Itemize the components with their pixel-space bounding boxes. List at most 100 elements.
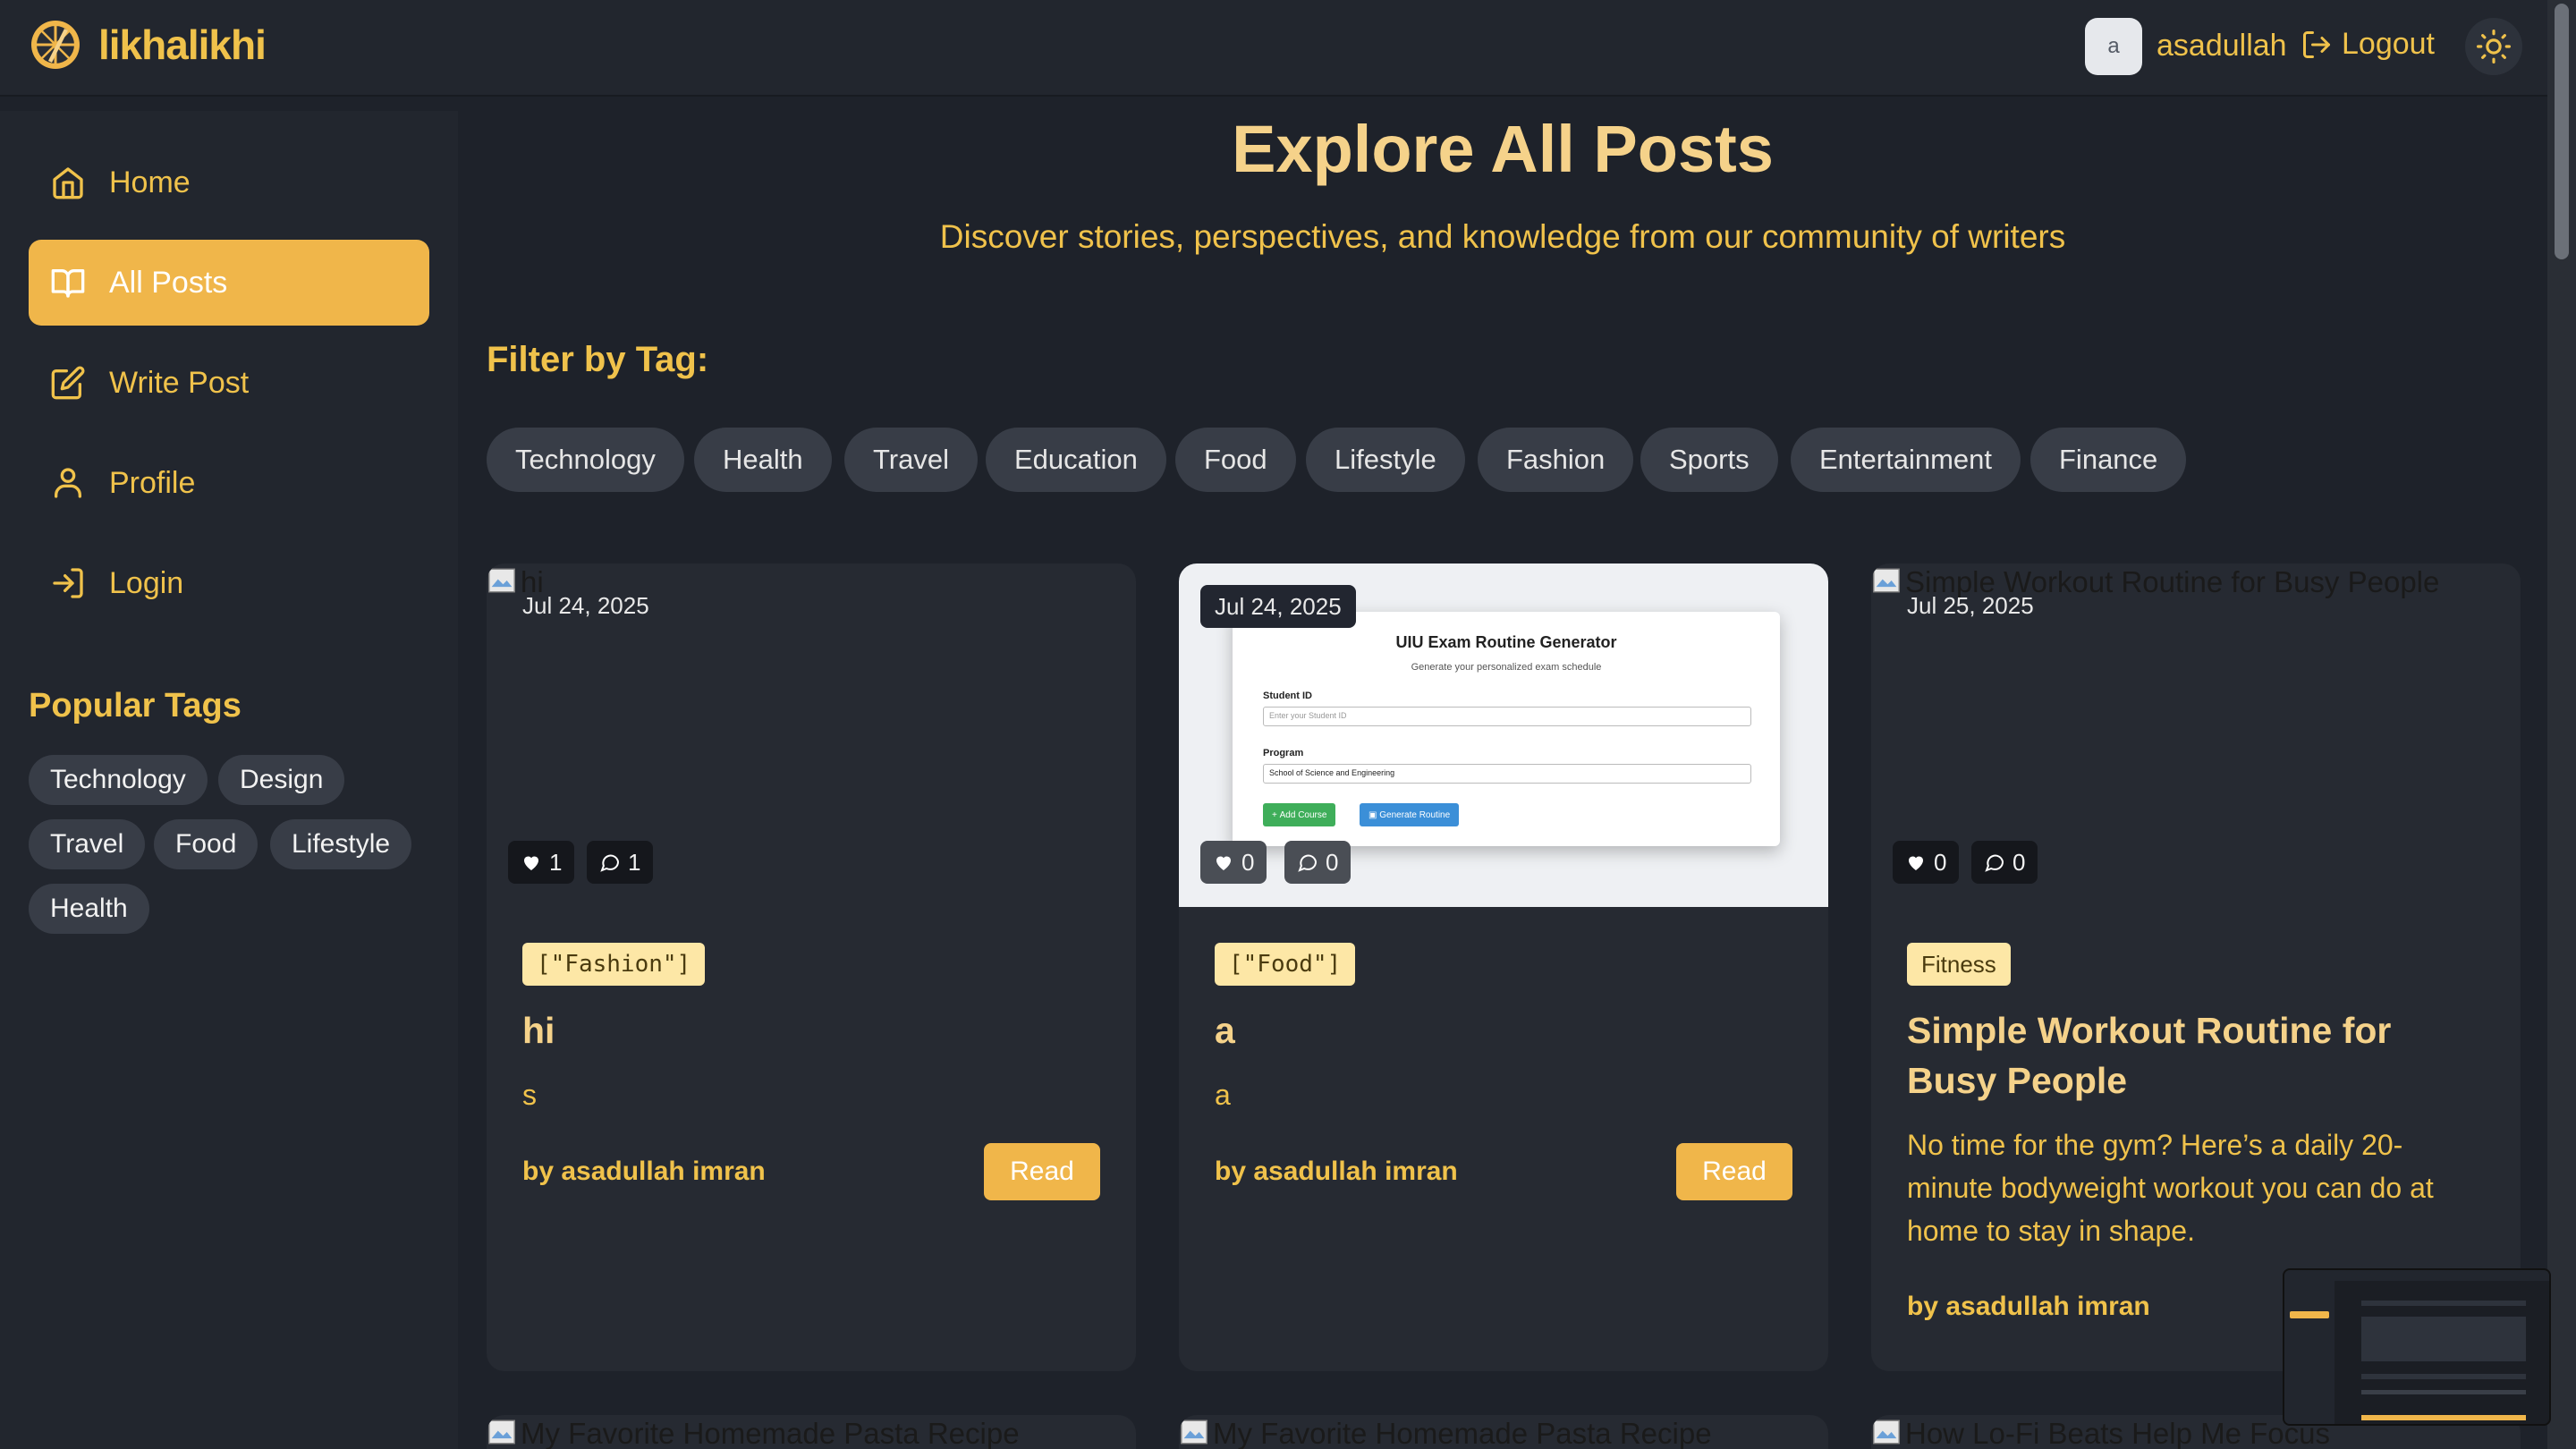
post-tag[interactable]: ["Fashion"]	[522, 943, 706, 986]
logo-icon	[31, 21, 80, 69]
post-card[interactable]: My Favorite Homemade Pasta Recipe	[1179, 1415, 1828, 1449]
post-card[interactable]: hi Jul 24, 2025 1 1 ["Fashion"] hi s by …	[487, 564, 1136, 1371]
popular-tag[interactable]: Lifestyle	[270, 819, 412, 869]
broken-image-icon	[1873, 1419, 1900, 1445]
filter-tag-sports[interactable]: Sports	[1640, 428, 1778, 492]
popular-tag[interactable]: Food	[154, 819, 258, 869]
screenshot-heading: UIU Exam Routine Generator	[1395, 633, 1617, 651]
post-image: UIU Exam Routine Generator Generate your…	[1179, 564, 1828, 907]
logout-label: Logout	[2342, 27, 2435, 61]
post-title[interactable]: a	[1215, 1005, 1796, 1055]
thumbnail-field	[2361, 1301, 2526, 1306]
broken-image-icon	[1181, 1419, 1208, 1445]
image-alt-text: My Favorite Homemade Pasta Recipe	[521, 1417, 1020, 1449]
thumbnail-sidebar	[2284, 1281, 2334, 1424]
scrollbar-thumb[interactable]	[2555, 4, 2569, 259]
post-card[interactable]: Simple Workout Routine for Busy People J…	[1871, 564, 2521, 1371]
book-icon	[51, 269, 85, 298]
screenshot-generate-label: Generate Routine	[1379, 809, 1451, 820]
popular-tag[interactable]: Design	[218, 755, 345, 805]
popular-tag[interactable]: Travel	[29, 819, 146, 869]
brand-name: likhalikhi	[98, 21, 267, 68]
broken-image-icon	[1873, 568, 1900, 593]
read-button[interactable]: Read	[1676, 1143, 1792, 1200]
likes-count[interactable]: 0	[1200, 841, 1267, 884]
filter-tag-entertainment[interactable]: Entertainment	[1791, 428, 2021, 492]
sidebar-item-login[interactable]: Login	[29, 540, 429, 626]
sidebar-item-label: Login	[109, 565, 184, 600]
heart-icon	[1216, 856, 1231, 870]
avatar[interactable]: a	[2085, 18, 2142, 75]
screenshot-thumbnail[interactable]	[2283, 1268, 2551, 1426]
post-tag[interactable]: Fitness	[1907, 943, 2011, 986]
filter-tag-education[interactable]: Education	[986, 428, 1166, 492]
filter-tag-lifestyle[interactable]: Lifestyle	[1306, 428, 1465, 492]
sidebar-item-label: All Posts	[109, 265, 228, 300]
filter-tag-food[interactable]: Food	[1175, 428, 1296, 492]
page-scrollbar[interactable]	[2547, 0, 2576, 1449]
sidebar-item-all-posts[interactable]: All Posts	[29, 240, 429, 326]
top-navbar: likhalikhi a asadullah Logout	[0, 0, 2547, 97]
comment-icon	[1298, 854, 1318, 872]
thumbnail-tags	[2361, 1390, 2526, 1394]
read-button[interactable]: Read	[984, 1143, 1100, 1200]
post-tag[interactable]: ["Food"]	[1215, 943, 1356, 986]
screenshot-panel: UIU Exam Routine Generator Generate your…	[1233, 612, 1780, 846]
post-title[interactable]: Simple Workout Routine for Busy People	[1907, 1005, 2488, 1106]
sidebar-item-label: Home	[109, 165, 191, 199]
screenshot-label: Student ID	[1263, 691, 1312, 701]
page-title: Explore All Posts	[1232, 112, 1774, 186]
sidebar-item-label: Profile	[109, 465, 196, 500]
thumbnail-submit	[2361, 1415, 2526, 1420]
comments-value: 0	[2012, 848, 2026, 876]
image-alt-text: My Favorite Homemade Pasta Recipe	[1213, 1417, 1712, 1449]
post-image: hi Jul 24, 2025 1 1	[487, 564, 1136, 907]
comments-count[interactable]: 1	[587, 841, 654, 884]
thumbnail-field	[2361, 1374, 2526, 1379]
popular-tags-title: Popular Tags	[29, 687, 242, 724]
comments-count[interactable]: 0	[1284, 841, 1352, 884]
post-card[interactable]: My Favorite Homemade Pasta Recipe	[487, 1415, 1136, 1449]
home-icon	[53, 167, 83, 199]
login-icon	[53, 568, 83, 598]
brand-logo[interactable]: likhalikhi	[29, 18, 267, 72]
thumbnail-topbar	[2284, 1270, 2549, 1281]
filter-tag-technology[interactable]: Technology	[487, 428, 684, 492]
broken-image-icon	[488, 568, 515, 593]
broken-image-icon	[488, 1419, 515, 1445]
username[interactable]: asadullah	[2157, 29, 2287, 64]
sidebar-item-write-post[interactable]: Write Post	[29, 340, 429, 426]
logout-button[interactable]: Logout	[2301, 27, 2435, 62]
likes-value: 1	[549, 848, 563, 876]
broken-image: How Lo-Fi Beats Help Me Focus	[1871, 1417, 2330, 1449]
filter-tag-finance[interactable]: Finance	[2030, 428, 2187, 492]
theme-toggle-button[interactable]	[2465, 18, 2522, 75]
post-excerpt: No time for the gym? Here’s a daily 20-m…	[1907, 1129, 2434, 1247]
comments-count[interactable]: 0	[1971, 841, 2038, 884]
filter-tag-travel[interactable]: Travel	[844, 428, 978, 492]
sidebar-item-home[interactable]: Home	[29, 140, 429, 225]
post-excerpt: a	[1215, 1079, 1231, 1111]
thumbnail-active-item	[2290, 1311, 2329, 1318]
filter-tag-fashion[interactable]: Fashion	[1478, 428, 1634, 492]
likes-value: 0	[1934, 848, 1947, 876]
likes-count[interactable]: 0	[1893, 841, 1960, 884]
likes-count[interactable]: 1	[508, 841, 575, 884]
screenshot-add-button: + Add Course	[1263, 803, 1336, 826]
post-author: by asadullah imran	[1907, 1292, 2150, 1321]
sidebar-item-profile[interactable]: Profile	[29, 440, 429, 526]
post-date: Jul 25, 2025	[1907, 592, 2034, 619]
post-card[interactable]: UIU Exam Routine Generator Generate your…	[1179, 564, 1828, 1371]
filter-tag-health[interactable]: Health	[694, 428, 832, 492]
heart-icon	[1909, 856, 1923, 870]
comments-value: 0	[1326, 848, 1339, 876]
page-subtitle: Discover stories, perspectives, and know…	[939, 218, 2066, 255]
edit-icon	[51, 366, 85, 400]
broken-image: My Favorite Homemade Pasta Recipe	[1179, 1417, 1712, 1449]
post-image: Simple Workout Routine for Busy People J…	[1871, 564, 2521, 907]
post-title[interactable]: hi	[522, 1005, 1104, 1055]
sidebar-item-label: Write Post	[109, 365, 250, 400]
popular-tag[interactable]: Health	[29, 884, 149, 934]
popular-tag[interactable]: Technology	[29, 755, 208, 805]
thumbnail-textarea	[2361, 1317, 2526, 1361]
